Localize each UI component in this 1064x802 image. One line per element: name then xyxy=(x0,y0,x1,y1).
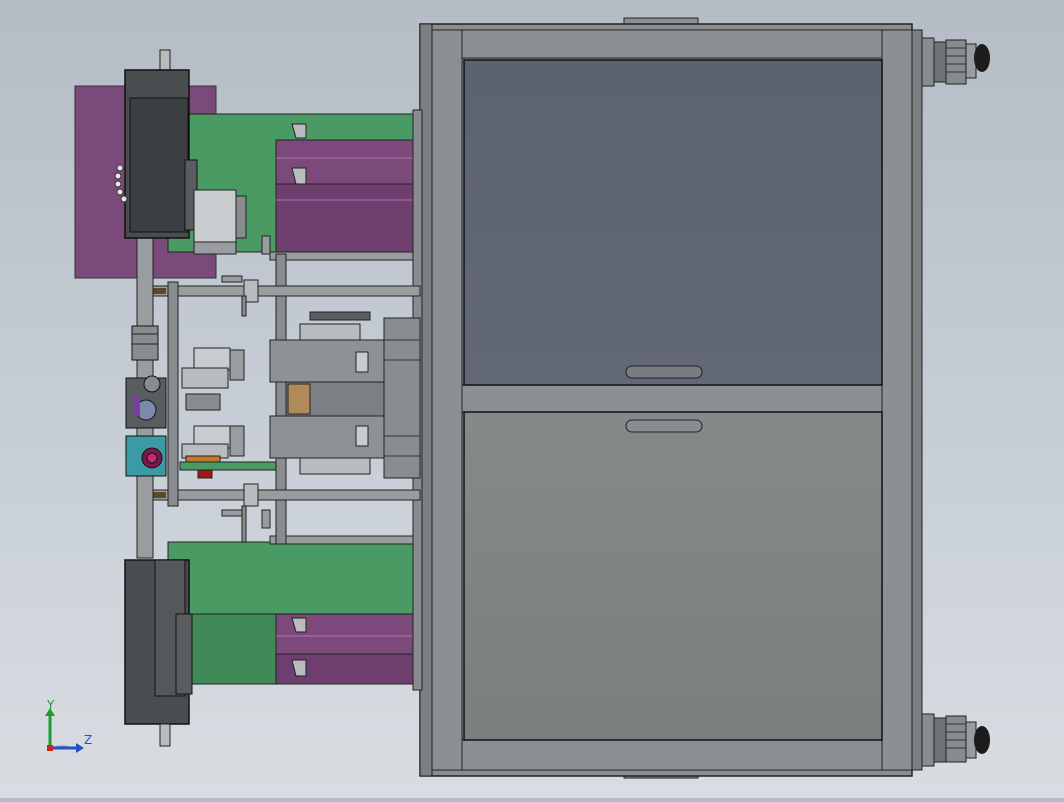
upper-servo-motor xyxy=(114,49,198,239)
lower-door-panel xyxy=(463,411,883,741)
upper-door-panel xyxy=(463,59,883,386)
lower-servo-motor xyxy=(124,559,193,747)
cabinet-top-rail xyxy=(461,29,883,59)
cabinet-right-post xyxy=(911,29,923,771)
machine-assembly-drawing xyxy=(74,17,990,779)
axis-y-label: Y xyxy=(47,698,55,712)
axis-z-label: Z xyxy=(84,733,93,747)
rotary-actuator-upper xyxy=(125,375,167,429)
shaft-coupling xyxy=(131,325,159,361)
upper-clamp-slide xyxy=(181,347,245,411)
cabinet-middle-rail xyxy=(461,384,883,413)
upper-door-handle xyxy=(625,365,703,379)
cad-viewport[interactable]: Y Z xyxy=(0,0,1064,798)
rotary-actuator-lower xyxy=(125,435,167,477)
cabinet-bottom-rail xyxy=(461,739,883,771)
leveling-foot-bottom xyxy=(921,713,990,767)
lower-green-assembly xyxy=(167,535,421,685)
cabinet xyxy=(419,17,923,779)
coordinate-axis-triad: Y Z xyxy=(38,698,98,756)
cabinet-right-post-inner xyxy=(881,29,913,771)
leveling-foot-top xyxy=(921,37,990,87)
lower-clamp-slide xyxy=(179,425,277,479)
cabinet-left-post-inner xyxy=(431,29,463,771)
left-vertical-plate xyxy=(167,281,179,507)
central-clamp-mechanism xyxy=(269,311,421,479)
lower-door-handle xyxy=(625,419,703,433)
